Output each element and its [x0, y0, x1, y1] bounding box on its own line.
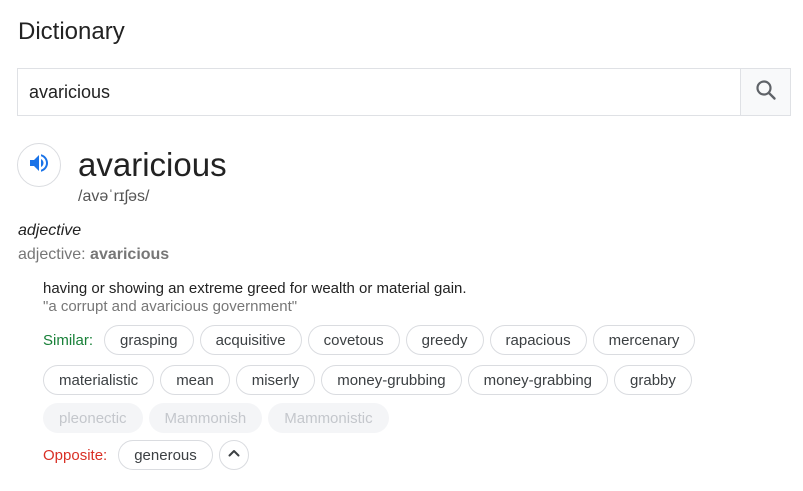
- synonym-chip[interactable]: grasping: [104, 325, 194, 355]
- phonetic: /avəˈrɪʃəs/: [78, 188, 150, 205]
- word-form-word: avaricious: [90, 246, 170, 263]
- similar-row-1: Similar: grasping acquisitive covetous g…: [43, 325, 696, 355]
- definition: having or showing an extreme greed for w…: [43, 280, 467, 297]
- antonym-chip[interactable]: generous: [118, 440, 213, 470]
- example-sentence: "a corrupt and avaricious government": [43, 298, 298, 315]
- headword: avaricious: [78, 146, 227, 183]
- search-input[interactable]: [18, 69, 740, 115]
- synonym-chip[interactable]: materialistic: [43, 365, 155, 395]
- synonym-chip[interactable]: covetous: [307, 325, 400, 355]
- synonym-chip[interactable]: money-grubbing: [321, 365, 462, 395]
- similar-label: Similar:: [43, 331, 94, 349]
- synonym-chip[interactable]: mercenary: [592, 325, 696, 355]
- word-form-prefix: adjective:: [18, 246, 91, 263]
- synonym-chip-disabled: pleonectic: [43, 403, 143, 433]
- synonym-chip[interactable]: rapacious: [489, 325, 587, 355]
- speaker-icon: [27, 151, 51, 180]
- synonym-chip[interactable]: money-grabbing: [467, 365, 609, 395]
- search-bar: [17, 68, 791, 116]
- synonym-chip[interactable]: mean: [160, 365, 230, 395]
- part-of-speech: adjective: [18, 222, 82, 239]
- synonym-chip[interactable]: miserly: [235, 365, 316, 395]
- search-icon: [754, 78, 778, 107]
- search-button[interactable]: [740, 69, 790, 115]
- synonym-chip[interactable]: greedy: [405, 325, 484, 355]
- collapse-button[interactable]: [218, 440, 249, 470]
- word-form-line: adjective: avaricious: [18, 246, 169, 264]
- synonym-chip[interactable]: grabby: [614, 365, 692, 395]
- synonym-chip[interactable]: acquisitive: [199, 325, 302, 355]
- chevron-up-icon: [226, 445, 242, 466]
- opposite-row: Opposite: generous: [43, 440, 249, 470]
- pronunciation-button[interactable]: [17, 143, 61, 187]
- synonym-chip-disabled: Mammonistic: [268, 403, 389, 433]
- similar-row-2: materialistic mean miserly money-grubbin…: [43, 365, 692, 395]
- page-title: Dictionary: [18, 18, 125, 45]
- opposite-label: Opposite:: [43, 446, 108, 464]
- synonym-chip-disabled: Mammonish: [148, 403, 263, 433]
- similar-row-3: pleonectic Mammonish Mammonistic: [43, 403, 389, 433]
